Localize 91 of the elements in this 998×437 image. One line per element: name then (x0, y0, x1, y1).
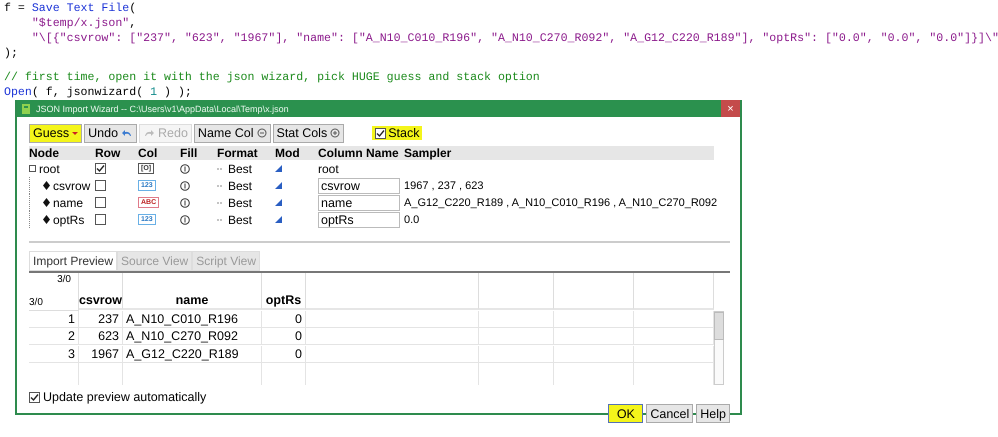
table-cell: 0 (262, 311, 306, 328)
table-cell: A_N10_C010_R196 (123, 311, 262, 328)
column-header: Column Name (318, 146, 404, 160)
code-text: ( (129, 2, 136, 15)
table-cell: 0 (262, 328, 306, 346)
row-checkbox[interactable] (95, 214, 106, 225)
close-button[interactable]: × (721, 100, 740, 117)
code-text: ) ); (163, 86, 192, 99)
toolbar-button[interactable]: Name Col (194, 124, 270, 142)
checkmark-icon (376, 128, 386, 138)
window-title: JSON Import Wizard -- C:\Users\v1\AppData\Local\Temp\x.json (36, 104, 290, 114)
triangle-icon (275, 165, 282, 172)
sampler-text: A_G12_C220_R189 , A_N10_C010_R196 , A_N10_C270_R092 (404, 196, 718, 208)
column-count: 3/0 (57, 274, 71, 285)
code-text: f = (4, 2, 26, 15)
info-icon (180, 198, 190, 208)
toolbar-button[interactable]: Undo (84, 124, 138, 142)
column-header: Col (138, 146, 180, 160)
caret-icon (72, 132, 78, 134)
column-name: root (318, 162, 339, 176)
sampler-text: 1967 , 237 , 623 (404, 180, 484, 192)
table-cell: 237 (79, 311, 123, 328)
row-checkbox[interactable] (95, 180, 106, 191)
code-string: "$temp/x.json" (32, 17, 130, 30)
column-name-field[interactable]: optRs (318, 212, 400, 228)
code-string: "\[{"csvrow": ["237", "623", "1967"], "name": ["A_N10_C010_R196", "A_N10_C270_R092", "A_G12_C220_R189"], "optRs": ["0.0", "0.0", "0.0"]}]\" (32, 32, 998, 45)
row-number: 2 (29, 328, 79, 346)
dots-icon (217, 166, 222, 172)
row-checkbox[interactable] (95, 163, 106, 174)
table-cell: 1967 (79, 346, 123, 362)
column-header: Format (217, 146, 275, 160)
vertical-scrollbar[interactable] (714, 311, 724, 385)
table-cell: A_N10_C270_R092 (123, 328, 262, 346)
info-icon (180, 214, 190, 224)
column-name-field[interactable]: csvrow (318, 178, 400, 194)
dots-icon (217, 182, 222, 188)
plus-circle-icon (330, 128, 340, 138)
triangle-icon (275, 216, 282, 223)
dialog-button[interactable]: OK (608, 404, 644, 423)
redo-icon (143, 128, 156, 138)
update-preview-checkbox[interactable]: Update preview automatically (29, 390, 730, 404)
row-number: 3 (29, 346, 79, 362)
app-icon (22, 104, 30, 114)
stack-checkbox[interactable]: Stack (372, 126, 422, 140)
tree-node-label[interactable]: name (53, 196, 84, 210)
tab[interactable]: Import Preview (29, 251, 118, 271)
tree-node-label[interactable]: csvrow (53, 178, 90, 192)
column-header: Node (29, 146, 95, 160)
column-header: csvrow (79, 273, 123, 310)
checkmark-icon (96, 164, 105, 173)
sampler-text: 0.0 (404, 214, 420, 226)
code-text: ( f, jsonwizard( (32, 86, 144, 99)
row-checkbox[interactable] (95, 197, 106, 208)
tree-node-label[interactable]: root (39, 162, 60, 176)
column-header: Row (95, 146, 138, 160)
undo-icon (121, 128, 134, 138)
format-value: Best (228, 178, 252, 192)
checkmark-icon (30, 392, 39, 402)
row-number: 1 (29, 311, 79, 328)
dialog-button[interactable]: Help (696, 404, 730, 423)
info-icon (180, 164, 190, 174)
dots-icon (217, 216, 222, 222)
format-value: Best (228, 196, 252, 210)
triangle-icon (275, 182, 282, 189)
toolbar-button[interactable]: Stat Cols (272, 124, 344, 142)
column-header: name (123, 273, 262, 310)
column-header: Fill (180, 146, 217, 160)
table-cell: A_G12_C220_R189 (123, 346, 262, 362)
dots-icon (217, 200, 222, 206)
dialog-button[interactable]: Cancel (646, 404, 694, 423)
code-keyword: Open (4, 86, 32, 99)
column-name-field[interactable]: name (318, 194, 400, 210)
table-cell: 623 (79, 328, 123, 346)
code-number: 1 (150, 86, 158, 99)
column-header: optRs (262, 273, 306, 310)
code-comment: // first time, open it with the json wizard, pick HUGE guess and stack option (4, 71, 540, 84)
column-header: Sampler (404, 146, 714, 160)
code-keyword: Save Text File (32, 2, 130, 15)
format-value: Best (228, 162, 252, 176)
code-text: ); (4, 47, 18, 60)
format-value: Best (228, 212, 252, 226)
minus-circle-icon (256, 128, 266, 138)
toolbar-button[interactable]: Guess (29, 124, 82, 142)
column-header: Mod (275, 146, 318, 160)
expander-icon (29, 165, 36, 172)
triangle-icon (275, 199, 282, 206)
code-text: , (129, 17, 136, 30)
table-cell: 0 (262, 346, 306, 362)
tree-node-label[interactable]: optRs (53, 212, 84, 226)
info-icon (180, 180, 190, 190)
row-count: 3/0 (29, 297, 43, 308)
